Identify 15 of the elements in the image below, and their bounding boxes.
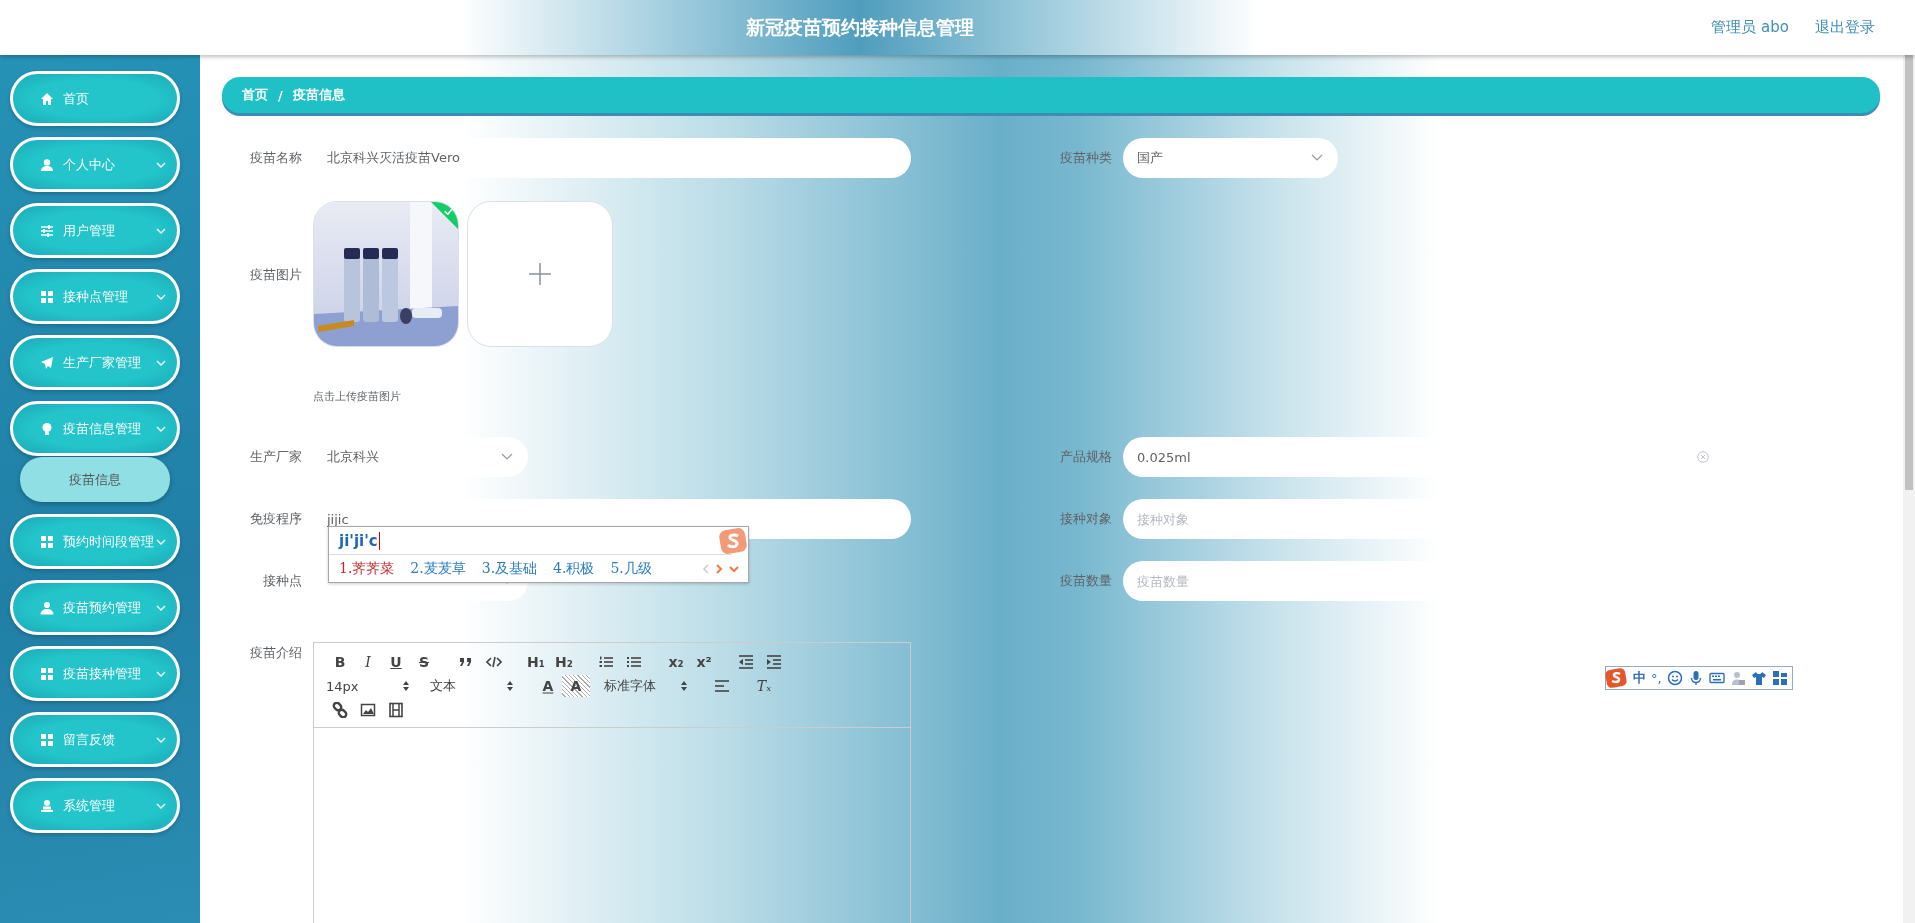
field-label: 疫苗数量 (1059, 572, 1113, 590)
field-label: 疫苗种类 (1059, 149, 1113, 167)
field-label: 产品规格 (1059, 448, 1113, 466)
composition-text: ji'ji'c (339, 531, 380, 550)
upload-hint: 点击上传疫苗图片 (313, 389, 402, 404)
user-name: 管理员 abo (1711, 18, 1789, 37)
field-label: 生产厂家 (249, 448, 303, 466)
field-label: 疫苗图片 (249, 266, 303, 284)
field-label: 免疫程序 (249, 510, 303, 528)
field-label: 接种对象 (1059, 510, 1113, 528)
app-title: 新冠疫苗预约接种信息管理 (746, 14, 974, 40)
field-label: 接种点 (262, 572, 303, 590)
field-label: 疫苗介绍 (249, 644, 303, 662)
breadcrumb-separator: / (278, 87, 283, 103)
field-label: 疫苗名称 (249, 149, 303, 167)
